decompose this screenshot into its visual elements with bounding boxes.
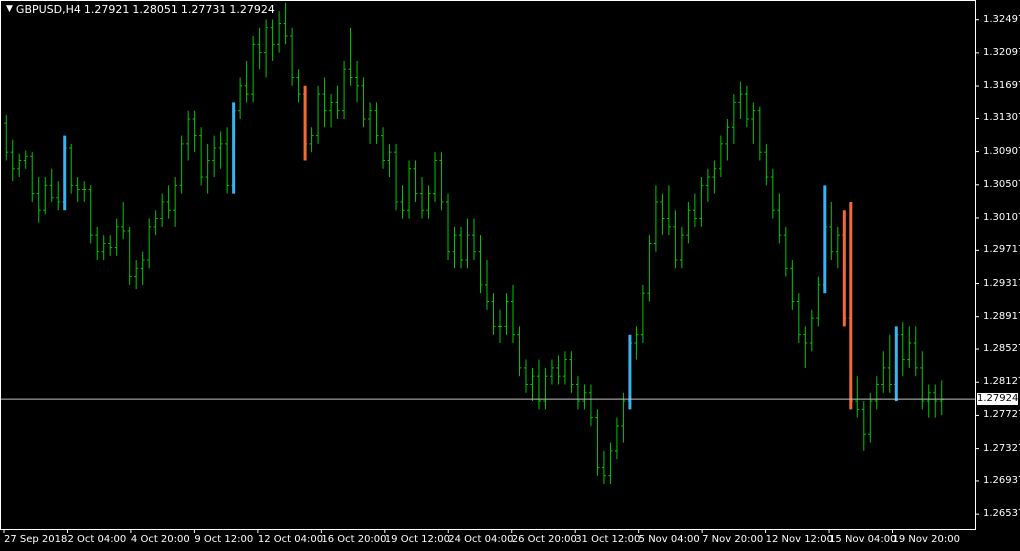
price-tick-label: 1.30507	[983, 178, 1020, 190]
price-tick-label: 1.32097	[983, 46, 1020, 58]
time-tick-label: 2 Oct 04:00	[67, 534, 127, 545]
last-price-tag: 1.27924	[977, 393, 1019, 406]
ohlc-bar	[303, 85, 308, 161]
time-tick-label: 26 Oct 20:00	[511, 534, 577, 545]
ohlc-bar	[627, 334, 632, 410]
time-tick-label: 19 Oct 12:00	[384, 534, 450, 545]
dropdown-triangle-icon[interactable]: ▼	[6, 4, 13, 15]
price-tick-label: 1.30107	[983, 211, 1020, 223]
ohlc-bar	[822, 185, 827, 294]
price-tick-label: 1.31307	[983, 112, 1020, 124]
price-tick-label: 1.28917	[983, 310, 1020, 322]
plot-border	[0, 0, 976, 530]
open-price: 1.27921	[83, 3, 130, 16]
price-tick-label: 1.28527	[983, 343, 1020, 355]
time-tick-label: 12 Nov 12:00	[765, 534, 834, 545]
low-price: 1.27731	[180, 3, 227, 16]
price-tick-label: 1.30907	[983, 145, 1020, 157]
symbol-name: GBPUSD,H4	[15, 3, 81, 16]
time-tick-label: 4 Oct 20:00	[130, 534, 190, 545]
symbol-header: ▼ GBPUSD,H4 1.27921 1.28051 1.27731 1.27…	[6, 3, 275, 16]
price-tick-label: 1.26937	[983, 474, 1020, 486]
time-tick-label: 19 Nov 20:00	[892, 534, 960, 545]
time-tick-label: 31 Oct 12:00	[575, 534, 641, 545]
price-tick-label: 1.29317	[983, 277, 1020, 289]
price-tick-label: 1.27327	[983, 442, 1020, 454]
chart-canvas[interactable]	[0, 0, 1020, 551]
time-tick-label: 9 Oct 12:00	[194, 534, 254, 545]
time-tick-label: 7 Nov 20:00	[702, 534, 764, 545]
time-tick-label: 12 Oct 04:00	[257, 534, 324, 545]
ohlc-bar	[848, 201, 853, 410]
price-tick-label: 1.27727	[983, 409, 1020, 421]
price-tick-label: 1.32497	[983, 13, 1020, 25]
time-tick-label: 15 Nov 04:00	[829, 534, 897, 545]
chart-window[interactable]: ▼ GBPUSD,H4 1.27921 1.28051 1.27731 1.27…	[0, 0, 1020, 551]
high-price: 1.28051	[132, 3, 178, 16]
time-tick-label: 5 Nov 04:00	[638, 534, 700, 545]
time-tick-label: 16 Oct 20:00	[321, 534, 387, 545]
ohlc-bar	[62, 135, 67, 211]
ohlc-bar	[231, 102, 236, 194]
ohlc-bar	[842, 210, 847, 327]
time-tick-label: 24 Oct 04:00	[448, 534, 514, 545]
price-tick-label: 1.29717	[983, 244, 1020, 256]
close-price: 1.27924	[229, 3, 275, 16]
time-tick-label: 27 Sep 2018	[4, 534, 68, 545]
ohlc-bar	[894, 326, 899, 402]
price-tick-label: 1.28127	[983, 376, 1020, 388]
price-tick-label: 1.31697	[983, 80, 1020, 92]
price-tick-label: 1.26537	[983, 508, 1020, 520]
